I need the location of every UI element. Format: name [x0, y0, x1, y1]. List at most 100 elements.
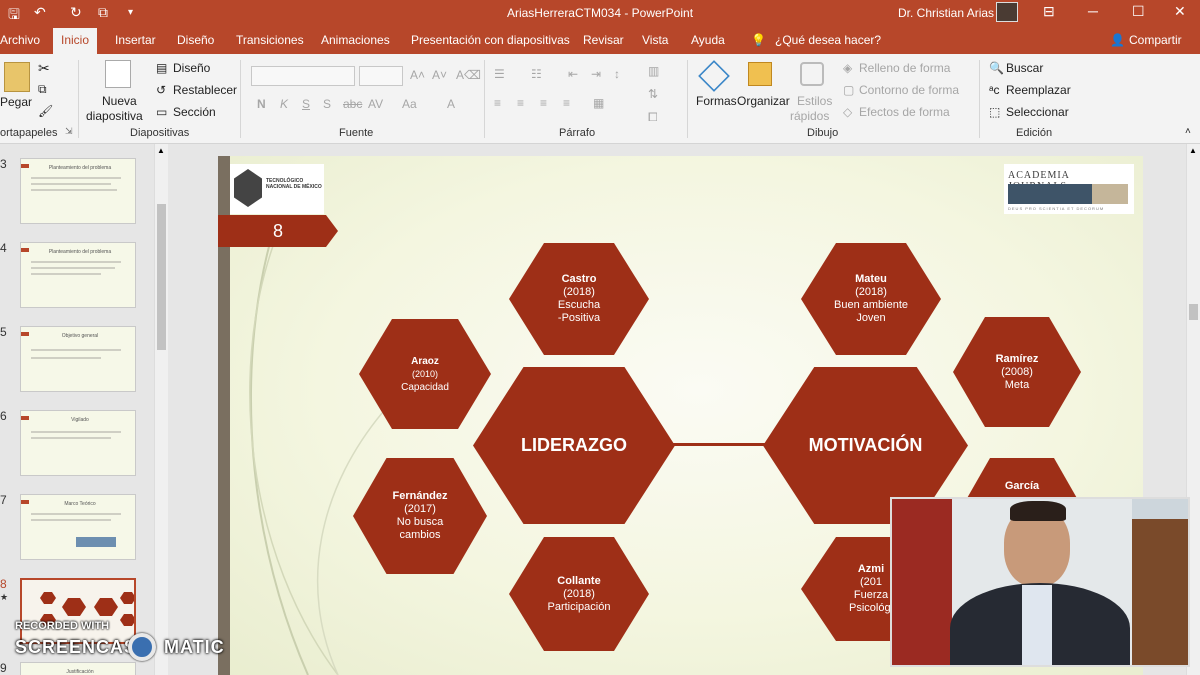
slide-thumbnail[interactable]: Planteamiento del problema — [20, 158, 136, 224]
paste-icon[interactable] — [4, 62, 30, 92]
webcam-door — [1132, 519, 1188, 665]
format-painter-icon[interactable]: 🖌 — [38, 104, 53, 118]
scroll-up-icon[interactable]: ▲ — [157, 146, 165, 155]
tab-revisar[interactable]: Revisar — [583, 33, 624, 47]
find-button[interactable]: Buscar — [1006, 61, 1043, 75]
char-spacing-icon[interactable]: AV — [368, 97, 383, 111]
slide-thumbnail[interactable]: Planteamiento del problema — [20, 242, 136, 308]
webcam-curtain — [892, 499, 952, 665]
arrange-button[interactable]: Organizar — [737, 94, 790, 108]
align-center-icon[interactable]: ≡ — [517, 96, 524, 110]
tab-archivo[interactable]: Archivo — [0, 33, 40, 47]
tab-animaciones[interactable]: Animaciones — [321, 33, 390, 47]
quick-styles-label-1[interactable]: Estilos — [797, 94, 832, 108]
shapes-icon[interactable] — [698, 60, 730, 92]
animation-star-icon: ★ — [0, 592, 9, 602]
copy-icon[interactable]: ⧉ — [38, 82, 47, 97]
thumbnails-scrollbar[interactable]: ▲ — [154, 144, 168, 675]
new-slide-label-2[interactable]: diapositiva — [86, 109, 143, 123]
tab-presentacion[interactable]: Presentación con diapositivas — [411, 33, 570, 47]
column-layout-icon[interactable]: ▦ — [593, 96, 604, 110]
slide-thumbnail[interactable]: Marco Teórico — [20, 494, 136, 560]
close-icon[interactable]: ✕ — [1174, 3, 1186, 20]
quick-styles-label-2[interactable]: rápidos — [790, 109, 829, 123]
shape-fill-button[interactable]: Relleno de forma — [859, 61, 950, 75]
numbering-icon[interactable]: ☷ — [531, 67, 542, 81]
slide-thumbnail-selected[interactable] — [20, 578, 136, 644]
slide-scroll-thumb[interactable] — [1189, 304, 1198, 320]
change-case-icon[interactable]: Aa — [402, 97, 417, 111]
tab-transiciones[interactable]: Transiciones — [236, 33, 304, 47]
italic-button[interactable]: K — [280, 97, 288, 111]
columns-icon[interactable]: ▥ — [648, 64, 659, 78]
author-name: Castro — [561, 273, 597, 285]
scroll-up-icon[interactable]: ▲ — [1189, 146, 1197, 155]
title-bar: 🖫 ↶ ↻ ⧉ ▾ AriasHerreraCTM034 - PowerPoin… — [0, 0, 1200, 28]
slide-thumbnail[interactable]: Objetivo general — [20, 326, 136, 392]
paste-button[interactable]: Pegar — [0, 95, 32, 109]
decrease-indent-icon[interactable]: ⇤ — [568, 67, 578, 81]
ribbon-display-options-icon[interactable]: ⊟ — [1043, 3, 1055, 20]
shape-outline-button[interactable]: Contorno de forma — [859, 83, 959, 97]
quick-styles-icon[interactable] — [800, 62, 824, 86]
justify-icon[interactable]: ≡ — [563, 96, 570, 110]
user-name[interactable]: Dr. Christian Arias — [898, 6, 994, 20]
hex-line: Joven — [856, 312, 886, 324]
arrange-icon[interactable] — [748, 62, 772, 86]
tell-me-search[interactable]: ¿Qué desea hacer? — [775, 33, 881, 47]
line-spacing-icon[interactable]: ↕ — [614, 67, 620, 81]
reset-icon: ↺ — [156, 83, 167, 97]
author-year: (201 — [859, 576, 883, 588]
font-name-combo[interactable] — [251, 66, 355, 86]
hex-line: Capacidad — [401, 381, 449, 393]
underline-button[interactable]: S — [302, 97, 310, 111]
layout-icon: ▤ — [156, 61, 168, 75]
author-name: Collante — [557, 574, 601, 587]
dialog-launcher-icon[interactable]: ⇲ — [65, 126, 73, 137]
tab-insertar[interactable]: Insertar — [115, 33, 156, 47]
tab-diseno[interactable]: Diseño — [177, 33, 214, 47]
tab-ayuda[interactable]: Ayuda — [691, 33, 725, 47]
bold-button[interactable]: N — [257, 97, 266, 111]
section-button[interactable]: Sección — [173, 105, 216, 119]
thumb-number: 6 — [0, 409, 7, 423]
align-left-icon[interactable]: ≡ — [494, 96, 501, 110]
smartart-icon[interactable]: ⧠ — [648, 110, 658, 125]
new-slide-icon[interactable] — [105, 60, 131, 88]
user-avatar[interactable] — [996, 2, 1018, 22]
thumb-title: Objetivo general — [61, 333, 99, 339]
select-button[interactable]: Seleccionar — [1006, 105, 1069, 119]
clear-format-icon[interactable]: A⌫ — [456, 68, 481, 82]
strikethrough-button[interactable]: abc — [343, 97, 362, 111]
share-button[interactable]: Compartir — [1129, 33, 1182, 47]
increase-indent-icon[interactable]: ⇥ — [591, 67, 601, 81]
reset-button[interactable]: Restablecer — [173, 83, 237, 97]
collapse-ribbon-icon[interactable]: ˄ — [1185, 126, 1191, 137]
replace-button[interactable]: Reemplazar — [1006, 83, 1071, 97]
grow-font-icon[interactable]: A˄ — [410, 68, 425, 82]
thumbnails-scroll-thumb[interactable] — [157, 204, 166, 350]
new-slide-label-1[interactable]: Nueva — [102, 94, 137, 108]
shadow-button[interactable]: S — [323, 97, 331, 111]
tab-vista[interactable]: Vista — [642, 33, 668, 47]
slide-thumbnail[interactable]: Vigilado — [20, 410, 136, 476]
share-icon: 👤 — [1110, 33, 1125, 47]
shrink-font-icon[interactable]: A˅ — [432, 68, 447, 82]
tecnm-logo: TECNOLÓGICO NACIONAL DE MÉXICO — [230, 164, 324, 214]
group-label-diapositivas: Diapositivas — [130, 127, 190, 139]
font-size-combo[interactable] — [359, 66, 403, 86]
bullets-icon[interactable]: ☰ — [494, 67, 505, 81]
cut-icon[interactable]: ✂ — [38, 60, 50, 77]
text-direction-icon[interactable]: ⇅ — [648, 87, 658, 101]
maximize-icon[interactable]: ☐ — [1132, 3, 1145, 20]
font-color-icon[interactable]: A — [447, 97, 455, 111]
author-year: (2017) — [404, 503, 436, 515]
shapes-button[interactable]: Formas — [696, 94, 737, 108]
layout-button[interactable]: Diseño — [173, 61, 210, 75]
slide-thumbnail[interactable]: Justificación — [20, 662, 136, 675]
thumb-number: 3 — [0, 157, 7, 171]
align-right-icon[interactable]: ≡ — [540, 96, 547, 110]
tab-inicio[interactable]: Inicio — [53, 28, 98, 54]
minimize-icon[interactable]: ─ — [1088, 3, 1098, 19]
shape-effects-button[interactable]: Efectos de forma — [859, 105, 950, 119]
